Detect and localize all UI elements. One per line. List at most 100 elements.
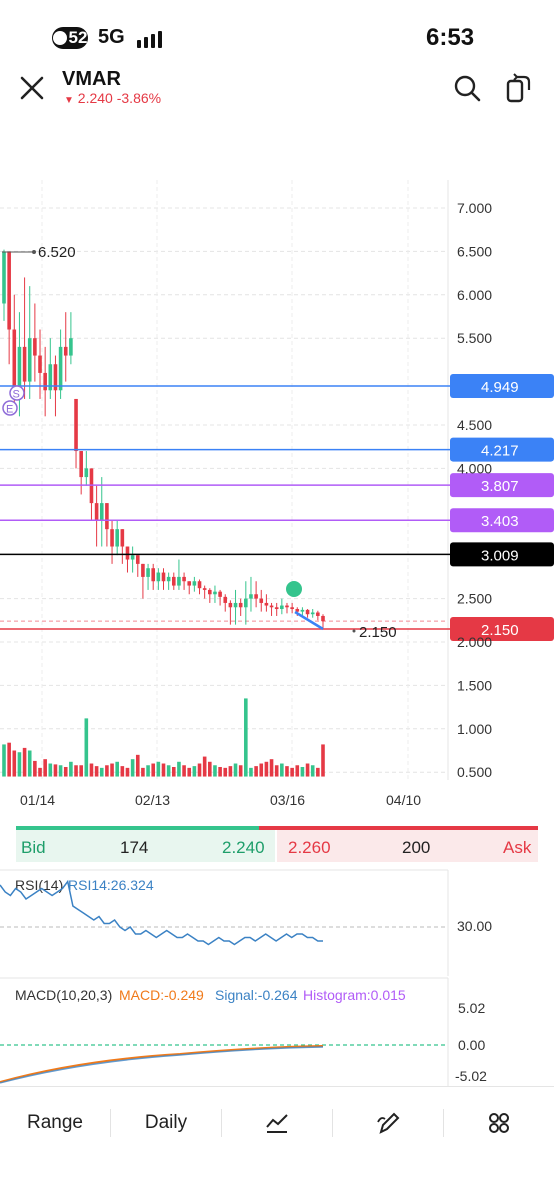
indicators-tab[interactable] bbox=[222, 1087, 332, 1159]
candle-body bbox=[171, 576, 176, 586]
volume-bar bbox=[259, 763, 264, 777]
volume-bar bbox=[2, 744, 6, 777]
candle-body bbox=[321, 615, 325, 622]
more-tab[interactable] bbox=[444, 1087, 554, 1159]
date-tick: 01/14 bbox=[20, 792, 55, 808]
volume-bar bbox=[192, 766, 197, 777]
candle-body bbox=[84, 468, 89, 478]
volume-bar bbox=[197, 763, 202, 777]
candle-body bbox=[244, 598, 248, 608]
signal-value: Signal:-0.264 bbox=[215, 987, 298, 1003]
candle-body bbox=[69, 338, 73, 356]
volume-bars bbox=[2, 698, 325, 777]
volume-bar bbox=[7, 742, 11, 777]
candle-body bbox=[187, 581, 192, 586]
candle-body bbox=[27, 338, 32, 382]
draw-tab[interactable] bbox=[333, 1087, 443, 1159]
bid-price: 2.240 bbox=[222, 838, 265, 857]
volume-bar bbox=[238, 765, 243, 777]
date-tick: 03/16 bbox=[270, 792, 305, 808]
volume-bar bbox=[285, 766, 289, 777]
candle-body bbox=[274, 607, 279, 610]
close-icon[interactable] bbox=[16, 72, 48, 104]
range-tab[interactable]: Range bbox=[0, 1087, 110, 1159]
volume-bar bbox=[69, 761, 73, 777]
grid-menu-icon bbox=[489, 1113, 509, 1133]
volume-bar bbox=[269, 759, 274, 777]
rsi-panel[interactable]: RSI(14) RSI14:26.324 30.00 bbox=[0, 869, 492, 976]
candle-body bbox=[99, 503, 104, 521]
macd-panel[interactable]: MACD(10,20,3) MACD:-0.249 Signal:-0.264 … bbox=[0, 977, 487, 1086]
candle-body bbox=[79, 451, 83, 478]
volume-bar bbox=[63, 766, 68, 777]
high-label: 6.520 bbox=[38, 244, 76, 261]
network-label: 5G bbox=[98, 26, 125, 48]
volume-bar bbox=[295, 765, 300, 777]
candle-body bbox=[2, 251, 6, 304]
volume-bar bbox=[264, 761, 269, 777]
price-tick: 2.500 bbox=[457, 591, 492, 607]
volume-bar bbox=[177, 761, 181, 777]
signal-bars-icon bbox=[137, 31, 162, 48]
candle-body bbox=[33, 338, 37, 356]
volume-bar bbox=[290, 767, 294, 777]
candle-body bbox=[115, 529, 119, 547]
volume-bar bbox=[228, 766, 233, 777]
ask-price: 2.260 bbox=[288, 838, 331, 857]
macd-title: MACD(10,20,3) bbox=[15, 987, 112, 1003]
price-chart[interactable]: 4.949 4.217 3.807 3.403 3.009 2.150 7.000 6.50… bbox=[0, 180, 554, 1086]
volume-bar bbox=[161, 763, 166, 777]
candle-body bbox=[254, 594, 258, 599]
signal-line bbox=[0, 1046, 324, 1084]
volume-bar bbox=[22, 747, 27, 777]
volume-bar bbox=[310, 765, 315, 777]
search-icon[interactable] bbox=[451, 72, 483, 104]
candle-body bbox=[74, 398, 78, 452]
volume-bar bbox=[151, 763, 156, 777]
candle-body bbox=[161, 572, 166, 582]
chart-grid bbox=[0, 180, 449, 780]
price-tick: 1.500 bbox=[457, 677, 492, 693]
candle-body bbox=[300, 609, 305, 612]
volume-bar bbox=[300, 766, 305, 777]
candle-body bbox=[228, 602, 233, 608]
macd-line bbox=[0, 1045, 324, 1083]
candle-body bbox=[290, 607, 294, 610]
volume-bar bbox=[94, 766, 99, 777]
volume-bar bbox=[187, 767, 192, 777]
volume-bar bbox=[316, 767, 320, 777]
price-level-value: 4.949 bbox=[481, 379, 519, 396]
candle-body bbox=[182, 576, 186, 582]
candle-body bbox=[105, 503, 109, 530]
status-bar: 52 5G 6:53 bbox=[0, 0, 554, 70]
price-level-value: 3.807 bbox=[481, 478, 519, 495]
last-price: 2.240 bbox=[77, 90, 113, 106]
bid-size: 174 bbox=[120, 838, 149, 857]
drawing-pen-icon bbox=[377, 1112, 400, 1134]
volume-bar bbox=[120, 766, 125, 777]
volume-bar bbox=[58, 765, 63, 777]
candle-body bbox=[141, 563, 145, 577]
date-axis: 01/14 02/13 03/16 04/10 bbox=[20, 792, 421, 808]
rotate-screen-icon[interactable] bbox=[502, 72, 534, 104]
candle-body bbox=[63, 346, 68, 356]
interval-tab[interactable]: Daily bbox=[111, 1087, 221, 1159]
volume-bar bbox=[182, 765, 186, 777]
candle-body bbox=[130, 555, 135, 560]
marker-s: S bbox=[13, 389, 20, 401]
candle-body bbox=[259, 598, 264, 603]
candle-body bbox=[166, 576, 171, 582]
volume-bar bbox=[17, 752, 22, 777]
rsi-value: RSI14:26.324 bbox=[68, 877, 154, 893]
candle-body bbox=[17, 346, 22, 391]
candle-body bbox=[38, 355, 42, 373]
volume-bar bbox=[130, 759, 135, 777]
volume-bar bbox=[321, 744, 325, 777]
status-badge: 52 bbox=[52, 27, 88, 49]
volume-bar bbox=[27, 750, 32, 777]
candle-body bbox=[208, 589, 212, 595]
volume-bar bbox=[166, 765, 171, 777]
volume-bar bbox=[305, 763, 310, 777]
volume-bar bbox=[110, 763, 114, 777]
candle-body bbox=[249, 594, 253, 599]
